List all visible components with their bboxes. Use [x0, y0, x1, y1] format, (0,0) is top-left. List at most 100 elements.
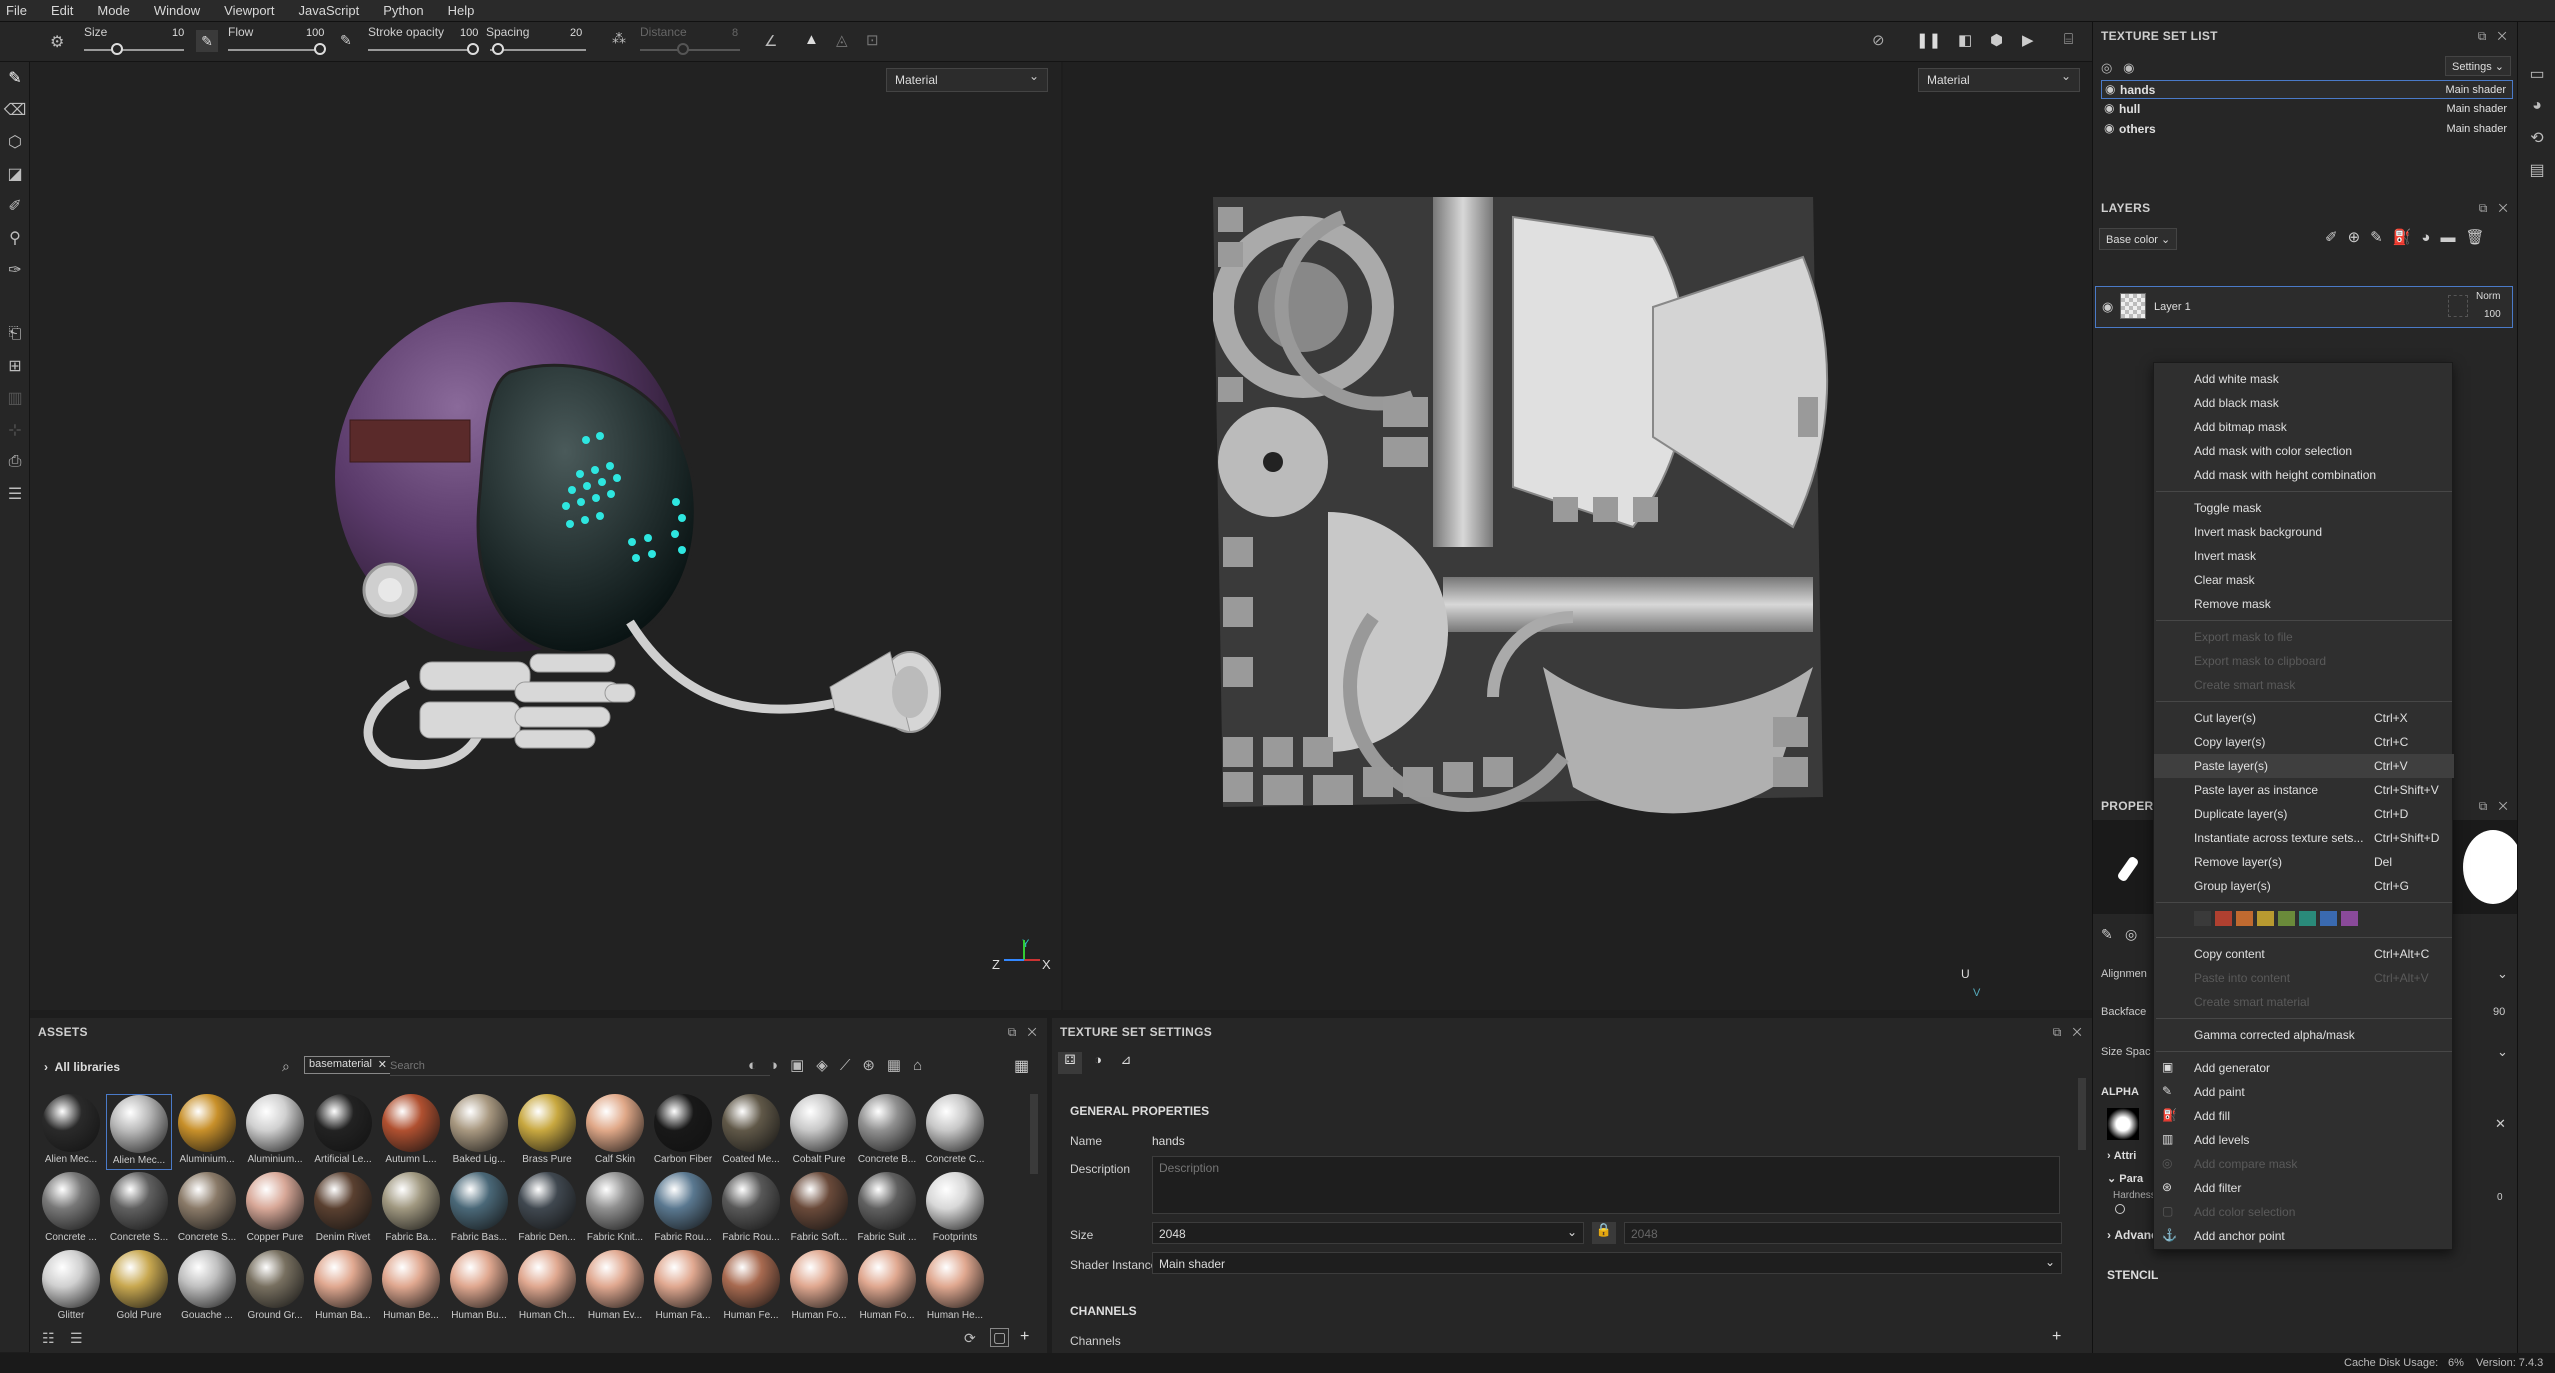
asset-tile[interactable]: Aluminium...	[242, 1094, 308, 1170]
asset-tile[interactable]: Concrete B...	[854, 1094, 920, 1170]
lock-icon[interactable]: 🔒	[1592, 1222, 1616, 1244]
brush-tab-icon[interactable]: ✎	[2101, 926, 2113, 943]
preview-toggle-icon[interactable]: ▢	[990, 1328, 1010, 1347]
asset-tile[interactable]: Carbon Fiber	[650, 1094, 716, 1170]
shader-instance-select[interactable]: Main shader ⌄	[1152, 1252, 2062, 1274]
cube-icon[interactable]: ⬢	[1990, 31, 2003, 49]
asset-tile[interactable]: Concrete ...	[38, 1172, 104, 1248]
asset-tile[interactable]: Fabric Soft...	[786, 1172, 852, 1248]
context-menu-item[interactable]: Paste layer(s) Ctrl+V	[2154, 754, 2454, 778]
viewport-2d-mode-select[interactable]: Material	[1918, 68, 2080, 92]
crop-icon[interactable]: ⊡	[866, 31, 879, 49]
size-select-2[interactable]: 2048	[1624, 1222, 2062, 1244]
filter-tag-close-icon[interactable]: ✕	[378, 1058, 387, 1071]
color-swatch[interactable]	[2278, 911, 2295, 926]
export-icon[interactable]: ⎙	[0, 446, 30, 478]
viewport-split-icon[interactable]: ◧	[1958, 31, 1972, 49]
polygon-fill-icon[interactable]: ◪	[0, 158, 30, 190]
context-menu-item[interactable]: Duplicate layer(s) Ctrl+D	[2154, 802, 2454, 826]
pause-icon[interactable]: ❚❚	[1916, 31, 1941, 49]
dock-log-icon[interactable]: ▤	[2518, 154, 2555, 186]
texture-set-row[interactable]: ◉ hands Main shader	[2101, 80, 2513, 99]
context-menu-item[interactable]: Remove layer(s) Del	[2154, 850, 2454, 874]
asset-tile[interactable]: Fabric Suit ...	[854, 1172, 920, 1248]
asset-tile[interactable]: Aluminium...	[174, 1094, 240, 1170]
menu-python[interactable]: Python	[383, 3, 423, 18]
context-menu-item[interactable]: Invert mask background	[2154, 520, 2454, 544]
context-menu-item[interactable]: Add mask with height combination	[2154, 463, 2454, 487]
size-slider-handle[interactable]	[111, 43, 123, 55]
context-menu-item[interactable]: Gamma corrected alpha/mask	[2154, 1023, 2454, 1047]
layers-close-icon[interactable]: ⧉ ✕	[2479, 201, 2508, 216]
parameters-header[interactable]: ⌄ Para	[2107, 1172, 2143, 1185]
asset-tile[interactable]: Concrete S...	[106, 1172, 172, 1248]
menu-help[interactable]: Help	[448, 3, 475, 18]
stroke-opacity-handle[interactable]	[467, 43, 479, 55]
layer-action-icons[interactable]: ✐⊕✎⛽◕▬🗑	[2325, 228, 2495, 246]
tss-close-icon[interactable]: ⧉ ✕	[2053, 1025, 2082, 1040]
asset-tile[interactable]: Fabric Ba...	[378, 1172, 444, 1248]
asset-filter-icons[interactable]: ◐◑▣◈⟋⊛▦⌂	[748, 1056, 934, 1074]
menu-window[interactable]: Window	[154, 3, 200, 18]
layer-name[interactable]: Layer 1	[2154, 301, 2191, 313]
menu-edit[interactable]: Edit	[51, 3, 73, 18]
color-swatch[interactable]	[2299, 911, 2316, 926]
context-menu-item[interactable]: Add fill	[2154, 1104, 2454, 1128]
asset-tile[interactable]: Autumn L...	[378, 1094, 444, 1170]
add-asset-icon[interactable]: +	[1020, 1328, 1029, 1346]
pen-pressure-icon[interactable]: ✎	[196, 30, 218, 52]
asset-tile[interactable]: Gold Pure	[106, 1250, 172, 1326]
context-menu-item[interactable]: Add black mask	[2154, 391, 2454, 415]
dock-texture-set-icon[interactable]: ▭	[2518, 58, 2555, 90]
asset-tile[interactable]: Human He...	[922, 1250, 988, 1326]
alignment-chevron-icon[interactable]: ⌄	[2497, 966, 2508, 982]
asset-tile[interactable]: Denim Rivet	[310, 1172, 376, 1248]
texture-set-list-close-icon[interactable]: ⧉ ✕	[2478, 29, 2507, 44]
context-menu-item[interactable]: Instantiate across texture sets... Ctrl+S…	[2154, 826, 2454, 850]
alpha-clear-icon[interactable]: ✕	[2495, 1116, 2506, 1132]
texture-set-row[interactable]: ◉ hull Main shader	[2101, 100, 2513, 119]
hardness-value[interactable]: 0	[2497, 1192, 2503, 1203]
menu-mode[interactable]: Mode	[97, 3, 130, 18]
spacing-slider-handle[interactable]	[492, 43, 504, 55]
add-channel-icon[interactable]: +	[2052, 1328, 2061, 1346]
spacing-slider[interactable]	[490, 49, 586, 51]
tss-scrollbar[interactable]	[2078, 1078, 2086, 1150]
mask-slot[interactable]	[2448, 295, 2468, 317]
context-menu-item[interactable]: Paste layer as instance Ctrl+Shift+V	[2154, 778, 2454, 802]
context-menu-item[interactable]: Copy layer(s) Ctrl+C	[2154, 730, 2454, 754]
asset-tile[interactable]: Coated Me...	[718, 1094, 784, 1170]
camera-video-icon[interactable]: ▶	[2022, 31, 2034, 49]
asset-tile[interactable]: Human Ba...	[310, 1250, 376, 1326]
symmetry-icon[interactable]: ▲	[804, 31, 819, 48]
asset-tile[interactable]: Human Ch...	[514, 1250, 580, 1326]
settings-dropdown[interactable]: Settings ⌄	[2445, 56, 2511, 76]
brush-settings-icon[interactable]: ⚙	[50, 32, 64, 52]
viewport-3d[interactable]: Material ⌄ Z Y X	[30, 62, 1061, 1010]
distance-slider[interactable]	[640, 49, 740, 51]
context-menu-item[interactable]: Add levels	[2154, 1128, 2454, 1152]
asset-tile[interactable]: Fabric Den...	[514, 1172, 580, 1248]
tss-tab-uv-icon[interactable]: ⊿	[1114, 1052, 1138, 1074]
flow-slider[interactable]	[228, 49, 324, 51]
blend-mode[interactable]: Norm	[2476, 291, 2500, 302]
visibility-icon[interactable]: ◉	[2104, 101, 2114, 115]
visibility-icon[interactable]: ◉	[2105, 82, 2115, 96]
flow-slider-handle[interactable]	[314, 43, 326, 55]
layer-visibility-icon[interactable]: ◉	[2102, 299, 2113, 315]
color-swatch[interactable]	[2257, 911, 2274, 926]
hardness-slider-handle[interactable]	[2115, 1204, 2125, 1214]
asset-tile[interactable]: Baked Lig...	[446, 1094, 512, 1170]
distance-slider-handle[interactable]	[677, 43, 689, 55]
backface-value[interactable]: 90	[2493, 1006, 2505, 1018]
clone-stamp-icon[interactable]: ⚲	[0, 222, 30, 254]
asset-tile[interactable]: Artificial Le...	[310, 1094, 376, 1170]
menu-javascript[interactable]: JavaScript	[298, 3, 359, 18]
stroke-opacity-slider[interactable]	[368, 49, 474, 51]
context-menu-item[interactable]: Add anchor point	[2154, 1224, 2454, 1248]
context-menu-item[interactable]: Add filter	[2154, 1176, 2454, 1200]
pressure-icon[interactable]: ✎	[340, 32, 352, 49]
color-swatch[interactable]	[2236, 911, 2253, 926]
properties-close-icon[interactable]: ⧉ ✕	[2479, 799, 2508, 814]
context-menu-item[interactable]: Add mask with color selection	[2154, 439, 2454, 463]
